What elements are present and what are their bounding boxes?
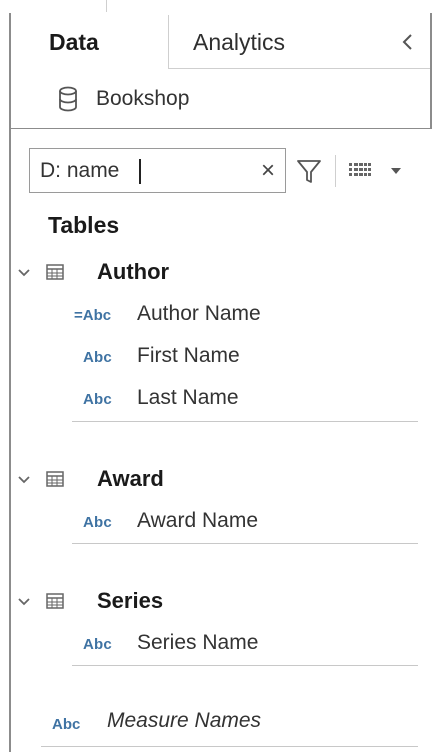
top-strip [0, 0, 434, 13]
string-type-icon: Abc [83, 391, 112, 408]
field-label: Award Name [137, 509, 258, 532]
data-pane: Data Analytics Bookshop × [0, 0, 434, 752]
toolbar-separator [335, 155, 336, 187]
bottom-divider [41, 746, 418, 747]
string-type-icon: Abc [83, 514, 112, 531]
clear-search-button[interactable]: × [256, 158, 280, 184]
chevron-left-icon [402, 34, 412, 50]
field-measure-names[interactable]: Measure Names [107, 709, 261, 733]
string-type-icon: Abc [83, 636, 112, 653]
table-name-series[interactable]: Series [97, 588, 163, 614]
datasource-name: Bookshop [96, 87, 190, 110]
calculated-string-type-icon: =Abc [74, 307, 112, 324]
database-icon [59, 86, 77, 112]
field-award-name[interactable]: Abc Award Name [11, 502, 430, 542]
group-divider [72, 421, 418, 422]
tab-data[interactable]: Data [11, 15, 169, 69]
top-strip-divider [106, 0, 107, 12]
chevron-down-icon[interactable] [16, 474, 32, 486]
string-type-icon: Abc [52, 716, 81, 733]
tab-analytics-label: Analytics [193, 29, 286, 55]
table-icon [46, 471, 64, 487]
datasource-row[interactable]: Bookshop [11, 69, 430, 129]
view-grid-icon[interactable] [347, 162, 373, 180]
tab-data-label: Data [49, 29, 99, 55]
filter-icon[interactable] [295, 155, 323, 187]
field-first-name[interactable]: Abc First Name [11, 337, 430, 377]
text-caret [139, 159, 141, 184]
collapse-pane-button[interactable] [395, 28, 419, 56]
table-icon [46, 264, 64, 280]
chevron-down-icon[interactable] [16, 267, 32, 279]
table-name-author[interactable]: Author [97, 259, 169, 285]
field-label: Author Name [137, 302, 261, 325]
tab-analytics[interactable]: Analytics [169, 15, 430, 69]
field-label: First Name [137, 344, 240, 367]
field-author-name[interactable]: =Abc Author Name [11, 295, 430, 335]
group-divider [72, 543, 418, 544]
search-box[interactable]: × [29, 148, 286, 193]
table-name-award[interactable]: Award [97, 466, 164, 492]
dropdown-arrow-icon[interactable] [389, 165, 403, 177]
group-divider [72, 665, 418, 666]
pane-right-border [430, 13, 432, 129]
chevron-down-icon[interactable] [16, 596, 32, 608]
table-icon [46, 593, 64, 609]
field-label: Last Name [137, 386, 239, 409]
field-last-name[interactable]: Abc Last Name [11, 379, 430, 419]
field-label: Series Name [137, 631, 259, 654]
string-type-icon: Abc [83, 349, 112, 366]
tables-heading: Tables [48, 212, 120, 238]
field-series-name[interactable]: Abc Series Name [11, 624, 430, 664]
